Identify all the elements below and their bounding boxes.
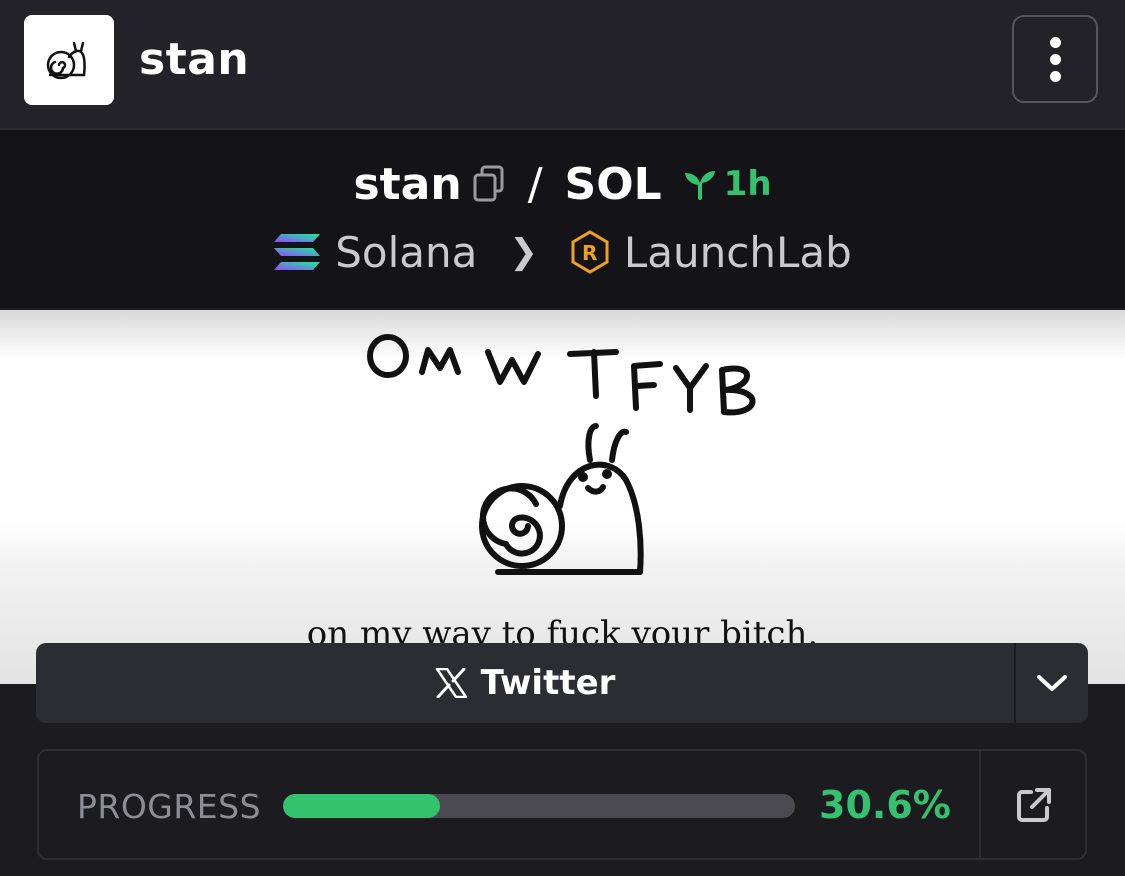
kebab-menu-dot	[1049, 70, 1061, 82]
progress-bar-fill	[283, 794, 440, 818]
bonding-progress-card: PROGRESS 30.6%	[37, 749, 1087, 860]
kebab-menu-icon	[1049, 36, 1061, 48]
kebab-menu-button[interactable]	[1012, 15, 1098, 103]
copy-icon[interactable]	[472, 165, 506, 203]
external-link-icon	[1017, 787, 1051, 822]
twitter-button[interactable]: Twitter	[36, 643, 1014, 723]
chain-breadcrumb: Solana ❯ R LaunchLab	[0, 226, 1125, 278]
open-external-button[interactable]	[981, 751, 1087, 858]
chain-name[interactable]: Solana	[335, 228, 477, 277]
kebab-menu-dot	[1049, 53, 1061, 65]
token-banner-image: on my way to fuck your bitch.	[0, 310, 1125, 684]
pair-title: stan / SOL 1h	[0, 158, 1125, 210]
progress-value: 30.6%	[819, 783, 951, 827]
chevron-down-icon	[1037, 675, 1067, 691]
progress-label: PROGRESS	[77, 787, 262, 826]
pair-age-text: 1h	[723, 164, 772, 204]
token-avatar[interactable]	[24, 15, 114, 105]
snail-logo-icon	[46, 41, 86, 80]
token-name: stan	[139, 34, 250, 85]
top-bar: stan	[0, 0, 1125, 130]
launchlab-logo-icon: R	[571, 230, 609, 274]
solana-logo-icon	[274, 234, 321, 270]
x-logo-icon	[435, 668, 467, 698]
pair-separator: /	[527, 158, 543, 210]
sprout-icon	[684, 171, 715, 200]
twitter-button-group: Twitter	[36, 643, 1088, 723]
progress-bar	[283, 794, 795, 818]
pair-age: 1h	[682, 164, 772, 204]
pair-info: stan / SOL 1h Solana ❯ R LaunchLab	[0, 130, 1125, 308]
handwritten-heading	[367, 334, 756, 575]
quote-symbol: SOL	[564, 158, 662, 210]
twitter-label: Twitter	[480, 663, 616, 703]
svg-text:R: R	[582, 241, 597, 265]
socials-dropdown-button[interactable]	[1016, 643, 1088, 723]
base-symbol: stan	[353, 158, 462, 210]
dex-name[interactable]: LaunchLab	[624, 228, 852, 277]
chevron-right-icon: ❯	[509, 232, 538, 272]
